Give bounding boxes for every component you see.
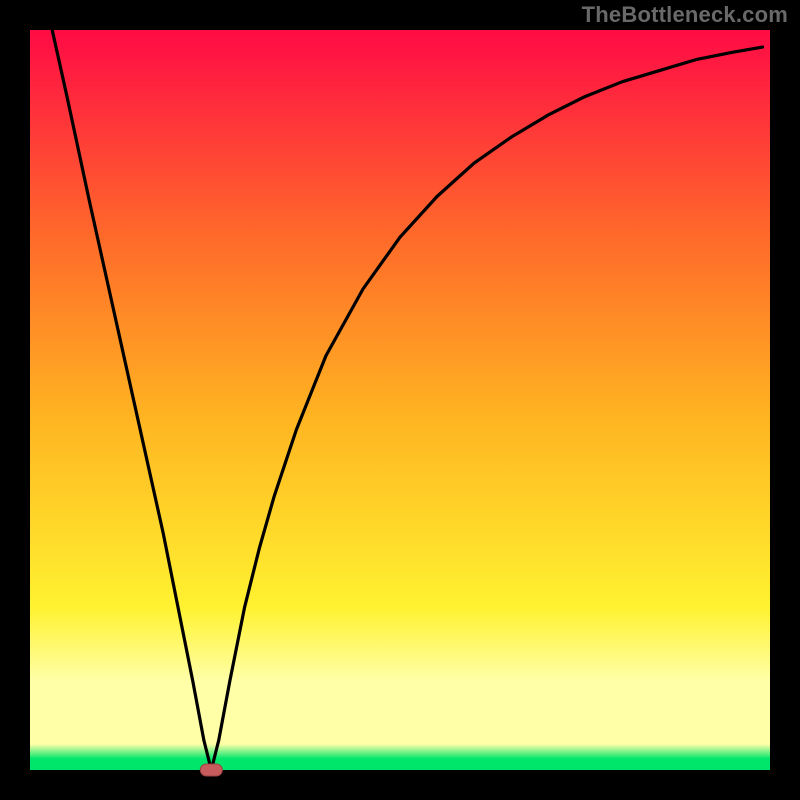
optimal-point-marker [200,764,222,776]
bottleneck-chart [0,0,800,800]
chart-frame: TheBottleneck.com [0,0,800,800]
plot-area [30,30,770,770]
watermark-text: TheBottleneck.com [582,2,788,28]
